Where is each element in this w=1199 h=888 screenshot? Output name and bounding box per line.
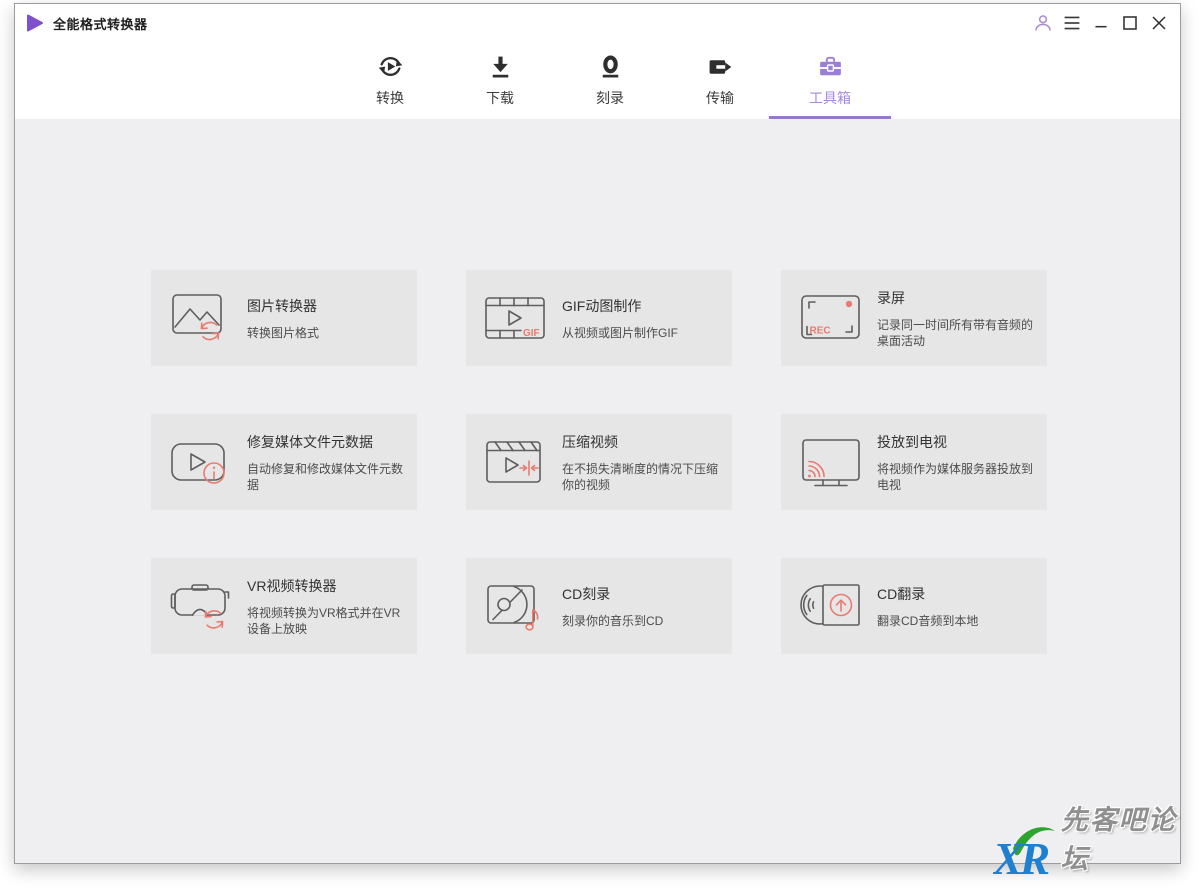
svg-text:REC: REC xyxy=(810,326,831,337)
tool-card-cast-to-tv[interactable]: 投放到电视 将视频作为媒体服务器投放到电视 xyxy=(781,414,1047,510)
titlebar: 全能格式转换器 xyxy=(15,4,1180,42)
close-button[interactable] xyxy=(1146,10,1172,36)
tab-label: 刻录 xyxy=(596,88,624,108)
tool-title: CD刻录 xyxy=(562,584,726,604)
tool-desc: 将视频作为媒体服务器投放到电视 xyxy=(877,461,1041,493)
gif-maker-icon: GIF xyxy=(483,289,549,347)
transfer-icon xyxy=(707,54,734,81)
cast-to-tv-icon xyxy=(798,433,864,491)
tool-title: 修复媒体文件元数据 xyxy=(247,432,411,452)
minimize-icon xyxy=(1089,11,1113,35)
tool-grid: 图片转换器 转换图片格式 GIF xyxy=(151,270,1047,654)
compress-video-icon xyxy=(483,433,549,491)
tool-desc: 转换图片格式 xyxy=(247,325,411,341)
download-icon xyxy=(487,54,514,81)
minimize-button[interactable] xyxy=(1088,10,1114,36)
tool-title: 投放到电视 xyxy=(877,432,1041,452)
tool-desc: 从视频或图片制作GIF xyxy=(562,325,726,341)
tool-title: CD翻录 xyxy=(877,584,1041,604)
menu-button[interactable] xyxy=(1059,10,1085,36)
maximize-icon xyxy=(1118,11,1142,35)
tab-label: 转换 xyxy=(376,88,404,108)
menu-icon xyxy=(1060,11,1084,35)
tab-burn[interactable]: 刻录 xyxy=(555,42,665,119)
convert-icon xyxy=(377,54,404,81)
tool-card-vr-converter[interactable]: VR视频转换器 将视频转换为VR格式并在VR设备上放映 xyxy=(151,558,417,654)
app-logo-icon xyxy=(26,14,44,32)
tab-transfer[interactable]: 传输 xyxy=(665,42,775,119)
tool-card-screen-recorder[interactable]: REC 录屏 记录同一时间所有带有音频的桌面活动 xyxy=(781,270,1047,366)
maximize-button[interactable] xyxy=(1117,10,1143,36)
tab-convert[interactable]: 转换 xyxy=(335,42,445,119)
tool-title: GIF动图制作 xyxy=(562,296,726,316)
tool-card-image-converter[interactable]: 图片转换器 转换图片格式 xyxy=(151,270,417,366)
tool-title: 录屏 xyxy=(877,288,1041,308)
cd-rip-icon xyxy=(798,577,864,635)
tool-desc: 在不损失清晰度的情况下压缩你的视频 xyxy=(562,461,726,493)
account-icon xyxy=(1031,11,1055,35)
tool-desc: 翻录CD音频到本地 xyxy=(877,613,1041,629)
tool-desc: 刻录你的音乐到CD xyxy=(562,613,726,629)
burn-icon xyxy=(597,54,624,81)
tool-card-gif-maker[interactable]: GIF GIF动图制作 从视频或图片制作GIF xyxy=(466,270,732,366)
tab-download[interactable]: 下载 xyxy=(445,42,555,119)
tab-toolbox[interactable]: 工具箱 xyxy=(775,42,885,119)
tab-label: 下载 xyxy=(486,88,514,108)
close-icon xyxy=(1147,11,1171,35)
tool-title: VR视频转换器 xyxy=(247,576,411,596)
tab-label: 传输 xyxy=(706,88,734,108)
svg-text:GIF: GIF xyxy=(523,328,540,339)
nav-bar: 转换 下载 刻录 xyxy=(15,42,1180,119)
tool-title: 图片转换器 xyxy=(247,296,411,316)
tool-card-fix-metadata[interactable]: 修复媒体文件元数据 自动修复和修改媒体文件元数据 xyxy=(151,414,417,510)
image-converter-icon xyxy=(168,289,234,347)
app-title: 全能格式转换器 xyxy=(53,14,148,33)
account-button[interactable] xyxy=(1030,10,1056,36)
screen-recorder-icon: REC xyxy=(798,289,864,347)
tool-card-compress-video[interactable]: 压缩视频 在不损失清晰度的情况下压缩你的视频 xyxy=(466,414,732,510)
toolbox-panel: 图片转换器 转换图片格式 GIF xyxy=(15,119,1180,863)
tool-desc: 将视频转换为VR格式并在VR设备上放映 xyxy=(247,605,411,637)
tool-title: 压缩视频 xyxy=(562,432,726,452)
tool-desc: 记录同一时间所有带有音频的桌面活动 xyxy=(877,317,1041,349)
app-window: 全能格式转换器 xyxy=(14,3,1181,864)
tool-desc: 自动修复和修改媒体文件元数据 xyxy=(247,461,411,493)
cd-burn-icon xyxy=(483,577,549,635)
tab-label: 工具箱 xyxy=(809,88,851,108)
tool-card-cd-burn[interactable]: CD刻录 刻录你的音乐到CD xyxy=(466,558,732,654)
toolbox-icon xyxy=(817,54,844,81)
fix-metadata-icon xyxy=(168,433,234,491)
tool-card-cd-rip[interactable]: CD翻录 翻录CD音频到本地 xyxy=(781,558,1047,654)
vr-converter-icon xyxy=(168,577,234,635)
